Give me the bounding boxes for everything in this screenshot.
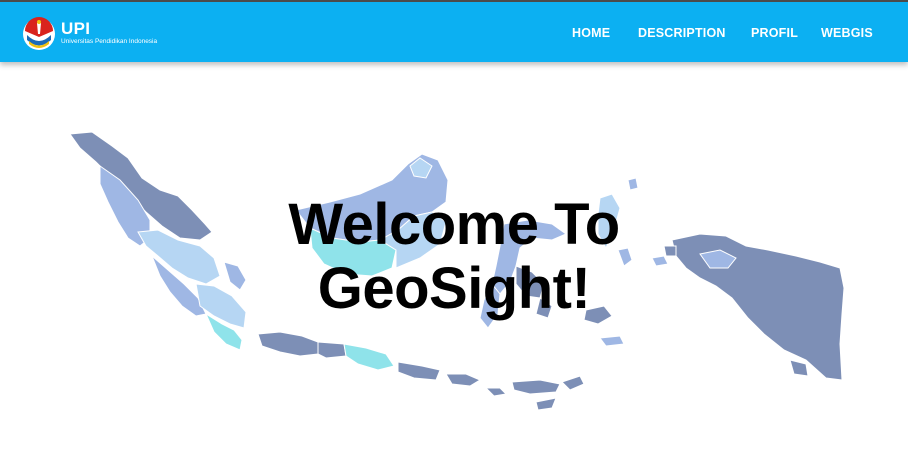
brand-title: UPI [61,19,91,38]
nav-profil-link[interactable]: PROFIL [751,26,798,40]
nav-home-link[interactable]: HOME [572,26,610,40]
hero-section: Welcome To GeoSight! [0,62,908,452]
hero-headline: Welcome To GeoSight! [0,193,908,321]
upi-logo-icon [23,17,55,50]
java-island [257,331,482,387]
brand-subtitle: Universitas Pendidikan Indonesia [61,38,158,45]
nav-webgis-link[interactable]: WEBGIS [821,26,873,40]
brand-text: UPI Universitas Pendidikan Indonesia [61,20,157,46]
top-navbar: UPI Universitas Pendidikan Indonesia HOM… [0,0,908,62]
hero-headline-line1: Welcome To [288,192,620,257]
brand-logo-link[interactable]: UPI Universitas Pendidikan Indonesia [22,14,157,54]
hero-headline-line2: GeoSight! [317,256,591,321]
nav-description-link[interactable]: DESCRIPTION [638,26,726,40]
